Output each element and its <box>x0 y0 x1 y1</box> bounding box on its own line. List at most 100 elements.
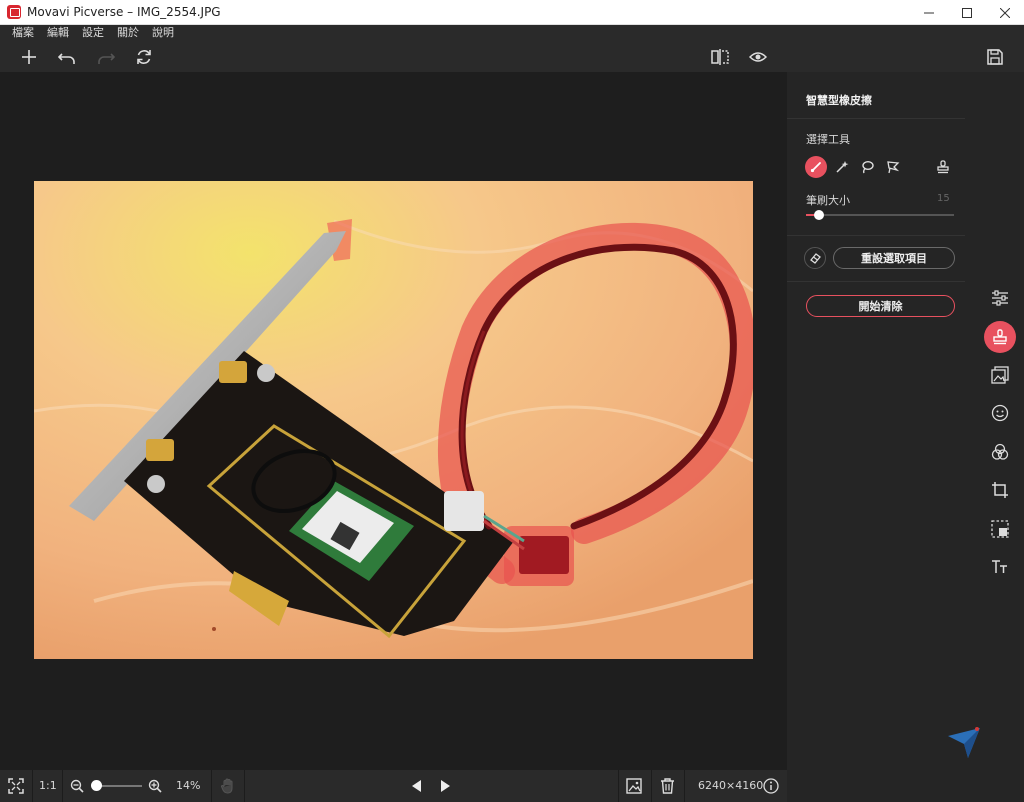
divider <box>787 118 965 119</box>
open-image-button[interactable] <box>626 778 642 794</box>
maximize-icon <box>962 7 972 18</box>
watermark-logo <box>946 722 984 762</box>
preview-button[interactable] <box>746 45 770 69</box>
zoom-percent: 14% <box>176 779 201 792</box>
previous-image-button[interactable] <box>410 779 422 793</box>
chevron-right-icon <box>441 780 450 792</box>
brush-size-value: 15 <box>937 193 950 204</box>
background-replace-icon <box>991 366 1009 384</box>
brush-size-thumb[interactable] <box>814 210 824 220</box>
compare-button[interactable] <box>708 45 732 69</box>
save-button[interactable] <box>983 45 1007 69</box>
preview-eye-icon <box>749 52 767 62</box>
undo-icon <box>58 53 75 64</box>
hand-icon <box>220 778 233 794</box>
start-erase-button[interactable]: 開始清除 <box>806 295 955 317</box>
zoom-slider-thumb[interactable] <box>91 780 102 791</box>
undo-button[interactable] <box>55 45 79 69</box>
brush-size-label: 筆刷大小 <box>806 194 850 207</box>
add-icon <box>22 50 36 64</box>
adjust-tool-button[interactable] <box>984 282 1016 314</box>
redo-button[interactable] <box>94 45 118 69</box>
minimize-icon <box>924 12 934 13</box>
eraser-tool-button[interactable] <box>984 321 1016 353</box>
app-logo-icon <box>7 5 21 19</box>
window-title: Movavi Picverse – IMG_2554.JPG <box>27 5 221 19</box>
image-canvas[interactable] <box>0 72 787 770</box>
fit-screen-button[interactable] <box>8 778 24 794</box>
separator <box>62 770 63 802</box>
fit-screen-icon <box>8 778 24 794</box>
adjust-sliders-icon <box>992 290 1008 306</box>
delete-button[interactable] <box>660 778 675 794</box>
divider <box>787 281 965 282</box>
maximize-button[interactable] <box>948 0 986 25</box>
separator <box>32 770 33 802</box>
smart-eraser-panel: 智慧型橡皮擦 選擇工具 筆刷大小 15 重設選取項目 開始清除 <box>787 72 1024 802</box>
menu-file[interactable]: 檔案 <box>12 25 34 41</box>
close-icon <box>1000 7 1010 18</box>
separator <box>211 770 212 802</box>
lasso-tool-button[interactable] <box>856 156 878 178</box>
trash-icon <box>661 778 674 794</box>
polygon-lasso-tool-button[interactable] <box>882 156 904 178</box>
reset-button[interactable] <box>132 45 156 69</box>
actual-size-button[interactable]: 1:1 <box>39 779 57 792</box>
zoom-out-button[interactable] <box>70 779 84 793</box>
brush-tool-button[interactable] <box>805 156 827 178</box>
text-tool-button[interactable] <box>984 551 1016 583</box>
image-icon <box>626 778 642 794</box>
save-icon <box>987 49 1003 65</box>
magic-wand-icon <box>836 161 849 173</box>
crop-tool-button[interactable] <box>984 474 1016 506</box>
add-button[interactable] <box>17 45 41 69</box>
image-dimensions: 6240×4160 <box>698 779 764 792</box>
crop-icon <box>992 482 1008 498</box>
zoom-in-icon <box>148 779 162 793</box>
reset-selection-button[interactable]: 重設選取項目 <box>833 247 955 269</box>
eraser-stamp-icon <box>993 329 1007 345</box>
photo-illustration <box>34 181 753 659</box>
retouch-face-icon <box>991 404 1009 422</box>
brush-size-track[interactable] <box>806 214 954 216</box>
title-bar: Movavi Picverse – IMG_2554.JPG <box>0 0 1024 25</box>
chevron-left-icon <box>412 780 421 792</box>
effects-tool-button[interactable] <box>984 436 1016 468</box>
stamp-icon <box>937 160 949 174</box>
window-controls <box>910 0 1024 25</box>
select-area-tool-button[interactable] <box>984 513 1016 545</box>
separator <box>651 770 652 802</box>
brush-icon <box>810 162 821 173</box>
divider <box>787 235 965 236</box>
close-button[interactable] <box>986 0 1024 25</box>
menu-settings[interactable]: 設定 <box>82 25 104 41</box>
status-bar: 1:1 14% 6240×4160 <box>0 770 787 802</box>
magic-wand-tool-button[interactable] <box>831 156 853 178</box>
text-icon <box>992 560 1007 573</box>
panel-title: 智慧型橡皮擦 <box>806 94 872 107</box>
stamp-tool-button[interactable] <box>932 156 954 178</box>
photo-image[interactable] <box>34 181 753 659</box>
lasso-icon <box>862 161 874 174</box>
hand-tool-button[interactable] <box>220 778 236 794</box>
minimize-button[interactable] <box>910 0 948 25</box>
menu-edit[interactable]: 編輯 <box>47 25 69 41</box>
retouch-tool-button[interactable] <box>984 397 1016 429</box>
info-icon <box>763 778 779 794</box>
separator <box>684 770 685 802</box>
zoom-in-button[interactable] <box>148 779 162 793</box>
compare-icon <box>711 49 729 65</box>
menu-about[interactable]: 關於 <box>117 25 139 41</box>
zoom-out-icon <box>70 779 84 793</box>
select-tool-label: 選擇工具 <box>806 133 850 146</box>
image-info-button[interactable] <box>763 778 779 794</box>
refresh-icon <box>137 50 151 64</box>
menu-bar: 檔案 編輯 設定 關於 說明 <box>0 25 1024 41</box>
eraser-selection-button[interactable] <box>804 247 826 269</box>
separator <box>244 770 245 802</box>
background-tool-button[interactable] <box>984 359 1016 391</box>
next-image-button[interactable] <box>440 779 452 793</box>
polygon-lasso-icon <box>887 161 900 174</box>
zoom-slider-track[interactable] <box>96 785 142 787</box>
menu-help[interactable]: 說明 <box>152 25 174 41</box>
